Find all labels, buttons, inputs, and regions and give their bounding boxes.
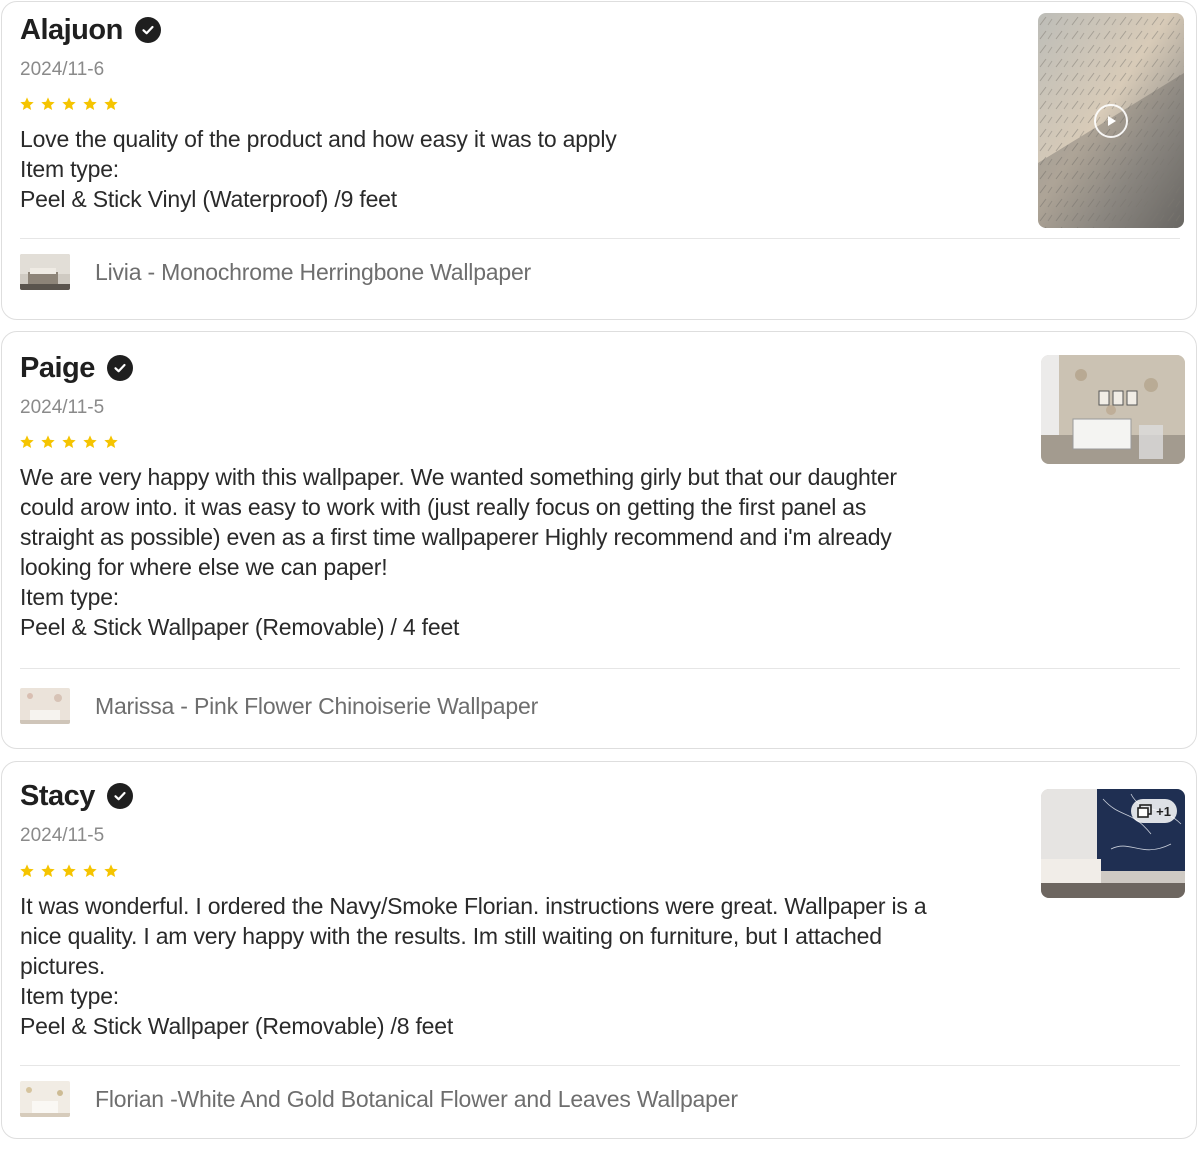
star-icon [103, 434, 119, 450]
reviewer-name: Alajuon [20, 13, 161, 47]
star-icon [40, 863, 56, 879]
play-icon[interactable] [1094, 104, 1128, 138]
verified-check-icon [134, 17, 161, 43]
verified-check-icon [106, 355, 133, 381]
star-icon [61, 434, 77, 450]
reviewer-name: Paige [20, 351, 133, 385]
reviewer-name: Stacy [20, 779, 133, 813]
review-date: 2024/11-6 [20, 59, 105, 80]
star-rating [19, 863, 119, 879]
product-thumbnail [20, 254, 70, 290]
star-icon [19, 863, 35, 879]
product-link[interactable]: Marissa - Pink Flower Chinoiserie Wallpa… [20, 688, 538, 724]
divider [20, 1065, 1180, 1066]
star-icon [82, 434, 98, 450]
review-card: Alajuon 2024/11-6 Love the quality of th… [1, 1, 1197, 320]
review-body: It was wonderful. I ordered the Navy/Smo… [20, 893, 927, 1039]
star-icon [40, 96, 56, 112]
review-date: 2024/11-5 [20, 397, 105, 418]
review-card: Stacy 2024/11-5 It was wonderful. I orde… [1, 761, 1197, 1139]
review-date: 2024/11-5 [20, 825, 105, 846]
star-rating [19, 434, 119, 450]
review-video-thumbnail[interactable] [1038, 13, 1184, 228]
star-icon [103, 96, 119, 112]
star-rating [19, 96, 119, 112]
product-thumbnail [20, 688, 70, 724]
star-icon [82, 96, 98, 112]
divider [20, 238, 1180, 239]
review-image-thumbnail[interactable] [1041, 355, 1185, 464]
more-images-badge: +1 [1131, 799, 1177, 823]
review-image-gallery[interactable]: +1 [1041, 789, 1185, 898]
star-icon [19, 96, 35, 112]
product-link[interactable]: Florian -White And Gold Botanical Flower… [20, 1081, 738, 1117]
star-icon [40, 434, 56, 450]
image-stack-icon [1137, 804, 1153, 818]
star-icon [19, 434, 35, 450]
divider [20, 668, 1180, 669]
star-icon [82, 863, 98, 879]
review-body: Love the quality of the product and how … [20, 126, 617, 212]
product-name[interactable]: Marissa - Pink Flower Chinoiserie Wallpa… [95, 693, 538, 720]
product-thumbnail [20, 1081, 70, 1117]
product-name[interactable]: Florian -White And Gold Botanical Flower… [95, 1086, 738, 1113]
verified-check-icon [106, 783, 133, 809]
review-card: Paige 2024/11-5 We are very happy with t… [1, 331, 1197, 749]
review-body: We are very happy with this wallpaper. W… [20, 464, 897, 640]
product-name[interactable]: Livia - Monochrome Herringbone Wallpaper [95, 259, 531, 286]
product-link[interactable]: Livia - Monochrome Herringbone Wallpaper [20, 254, 531, 290]
star-icon [103, 863, 119, 879]
star-icon [61, 96, 77, 112]
star-icon [61, 863, 77, 879]
